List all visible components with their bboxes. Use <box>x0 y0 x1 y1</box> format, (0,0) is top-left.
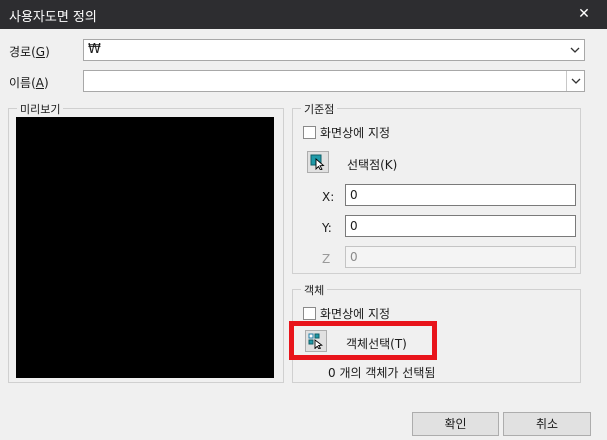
y-value: 0 <box>350 219 358 233</box>
base-point-group-title: 기준점 <box>301 101 338 117</box>
name-label: 이름(A) <box>9 76 49 90</box>
checkbox-box[interactable] <box>303 126 316 139</box>
checkbox-label: 화면상에 지정 <box>320 126 391 140</box>
pick-point-cursor-icon <box>310 154 325 170</box>
z-label: Z <box>322 252 331 266</box>
name-combobox[interactable] <box>83 70 585 92</box>
chevron-down-icon[interactable] <box>566 71 584 91</box>
objects-group-title: 객체 <box>301 282 328 298</box>
select-objects-button[interactable] <box>305 330 327 352</box>
preview-group-title: 미리보기 <box>17 101 64 117</box>
base-point-specify-checkbox[interactable]: 화면상에 지정 <box>303 124 390 141</box>
z-value: 0 <box>350 250 358 264</box>
checkbox-label: 화면상에 지정 <box>320 307 391 321</box>
path-dropdown[interactable]: ₩ <box>83 39 585 61</box>
title-bar: 사용자도면 정의 ✕ <box>0 0 607 29</box>
x-label: X: <box>322 190 335 204</box>
cancel-button[interactable]: 취소 <box>503 412 591 436</box>
x-field[interactable]: 0 <box>345 184 576 206</box>
objects-specify-checkbox[interactable]: 화면상에 지정 <box>303 305 390 322</box>
y-label: Y: <box>322 221 332 235</box>
dialog-body: 경로(G) ₩ 이름(A) 미리보기 기준점 화면상에 지정 선택점(K) X:… <box>0 29 607 440</box>
z-field: 0 <box>345 246 576 268</box>
y-field[interactable]: 0 <box>345 215 576 237</box>
chevron-down-icon[interactable] <box>566 40 584 60</box>
selected-count-text: 0 개의 객체가 선택됨 <box>328 366 436 380</box>
window-title: 사용자도면 정의 <box>9 10 97 25</box>
pick-point-label: 선택점(K) <box>347 158 398 172</box>
preview-canvas <box>16 117 274 378</box>
select-objects-label: 객체선택(T) <box>346 337 407 351</box>
pick-point-button[interactable] <box>307 151 329 173</box>
ok-button[interactable]: 확인 <box>412 412 499 436</box>
select-objects-cursor-icon <box>308 333 323 349</box>
close-icon[interactable]: ✕ <box>561 0 607 29</box>
path-value: ₩ <box>88 42 101 57</box>
x-value: 0 <box>350 188 358 202</box>
path-label: 경로(G) <box>9 45 50 59</box>
checkbox-box[interactable] <box>303 307 316 320</box>
